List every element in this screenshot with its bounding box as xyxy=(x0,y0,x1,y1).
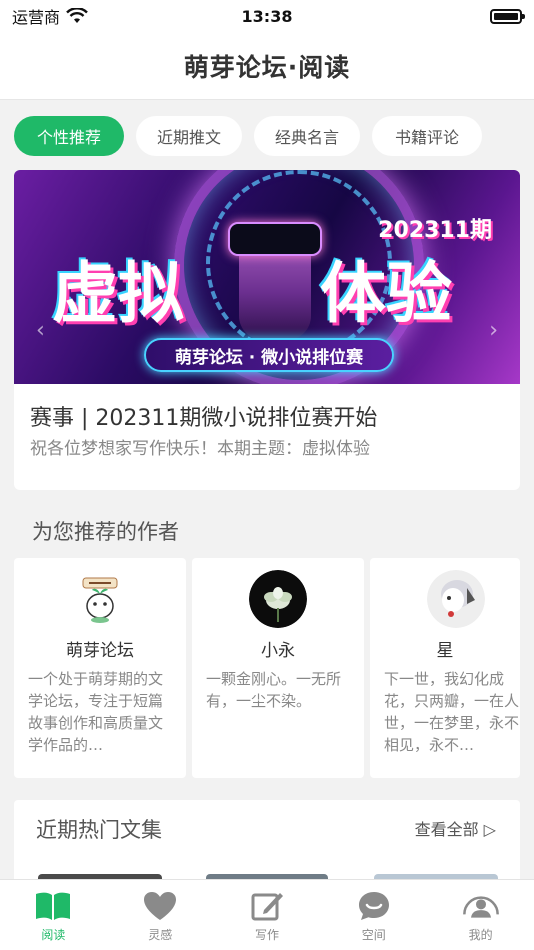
status-left: 运营商 xyxy=(12,4,88,28)
tabbar-item-space[interactable]: 空间 xyxy=(320,880,427,950)
banner-card[interactable]: 虚拟 体验 202311期 萌芽论坛 · 微小说排位赛 ‹ › 赛事 | 202… xyxy=(14,170,520,490)
author-bio: 一颗金刚心。一无所有，一尘不染。 xyxy=(206,670,342,710)
tabbar-item-profile[interactable]: 我的 xyxy=(427,880,534,950)
avatar xyxy=(427,570,485,628)
banner-headline-left: 虚拟 xyxy=(52,255,184,332)
collections-title: 近期热门文集 xyxy=(36,818,162,842)
banner-period-badge: 202311期 xyxy=(378,218,492,243)
banner-pill: 萌芽论坛 · 微小说排位赛 xyxy=(144,338,394,372)
tab-personal-recommend[interactable]: 个性推荐 xyxy=(14,116,124,156)
tabbar-label: 灵感 xyxy=(148,928,173,942)
wifi-icon xyxy=(66,8,88,23)
avatar xyxy=(71,570,129,628)
sprout-logo-icon xyxy=(71,570,129,628)
carousel-next-icon[interactable]: › xyxy=(489,318,498,343)
character-avatar-icon xyxy=(427,570,485,628)
nav-bar: 萌芽论坛·阅读 xyxy=(0,32,534,100)
edit-icon xyxy=(247,888,287,924)
banner-subtitle: 祝各位梦想家写作快乐！本期主题：虚拟体验 xyxy=(30,439,370,459)
tabbar-item-inspiration[interactable]: 灵感 xyxy=(107,880,214,950)
heart-icon xyxy=(140,888,180,924)
avatar xyxy=(249,570,307,628)
tabbar-label: 空间 xyxy=(361,928,386,942)
banner-vr-headset xyxy=(228,222,322,256)
banner-image[interactable]: 虚拟 体验 202311期 萌芽论坛 · 微小说排位赛 ‹ › xyxy=(14,170,520,384)
book-icon xyxy=(33,888,73,924)
lotus-avatar-icon xyxy=(249,570,307,628)
tabbar-item-write[interactable]: 写作 xyxy=(214,880,321,950)
profile-icon xyxy=(461,888,501,924)
tab-classic-quotes[interactable]: 经典名言 xyxy=(254,116,360,156)
author-card[interactable]: 星 下一世，我幻化成花，只两瓣，一在人世，一在梦里，永不相见，永不… xyxy=(370,558,520,778)
author-bio: 一个处于萌芽期的文学论坛，专注于短篇故事创作和高质量文学作品的… xyxy=(28,670,164,754)
banner-title: 赛事 | 202311期微小说排位赛开始 xyxy=(30,406,378,431)
authors-section-title: 为您推荐的作者 xyxy=(32,520,179,544)
author-name: 星 xyxy=(436,641,454,661)
bottom-tab-bar: 阅读 灵感 写作 空间 我的 xyxy=(0,879,534,950)
author-name: 萌芽论坛 xyxy=(66,641,134,661)
tab-book-reviews[interactable]: 书籍评论 xyxy=(372,116,482,156)
page-title: 萌芽论坛·阅读 xyxy=(183,52,351,82)
status-bar: 运营商 13:38 xyxy=(0,0,534,32)
tabbar-label: 写作 xyxy=(254,928,279,942)
author-bio: 下一世，我幻化成花，只两瓣，一在人世，一在梦里，永不相见，永不… xyxy=(384,670,520,754)
chat-bubble-icon xyxy=(354,888,394,924)
tabbar-label: 阅读 xyxy=(41,928,66,942)
carrier-label: 运营商 xyxy=(12,8,61,27)
tabbar-label: 我的 xyxy=(468,928,493,942)
category-tabs: 个性推荐 近期推文 经典名言 书籍评论 xyxy=(14,116,482,156)
see-all-link[interactable]: 查看全部 ▷ xyxy=(415,816,496,840)
author-card[interactable]: 萌芽论坛 一个处于萌芽期的文学论坛，专注于短篇故事创作和高质量文学作品的… xyxy=(14,558,186,778)
hot-collections-card: 近期热门文集 查看全部 ▷ xyxy=(14,800,520,890)
tabbar-item-read[interactable]: 阅读 xyxy=(0,880,107,950)
author-card[interactable]: 小永 一颗金刚心。一无所有，一尘不染。 xyxy=(192,558,364,778)
carousel-prev-icon[interactable]: ‹ xyxy=(36,318,45,343)
banner-headline-right: 体验 xyxy=(320,255,452,332)
tab-recent-posts[interactable]: 近期推文 xyxy=(136,116,242,156)
battery-icon xyxy=(490,8,525,24)
author-name: 小永 xyxy=(261,641,295,661)
